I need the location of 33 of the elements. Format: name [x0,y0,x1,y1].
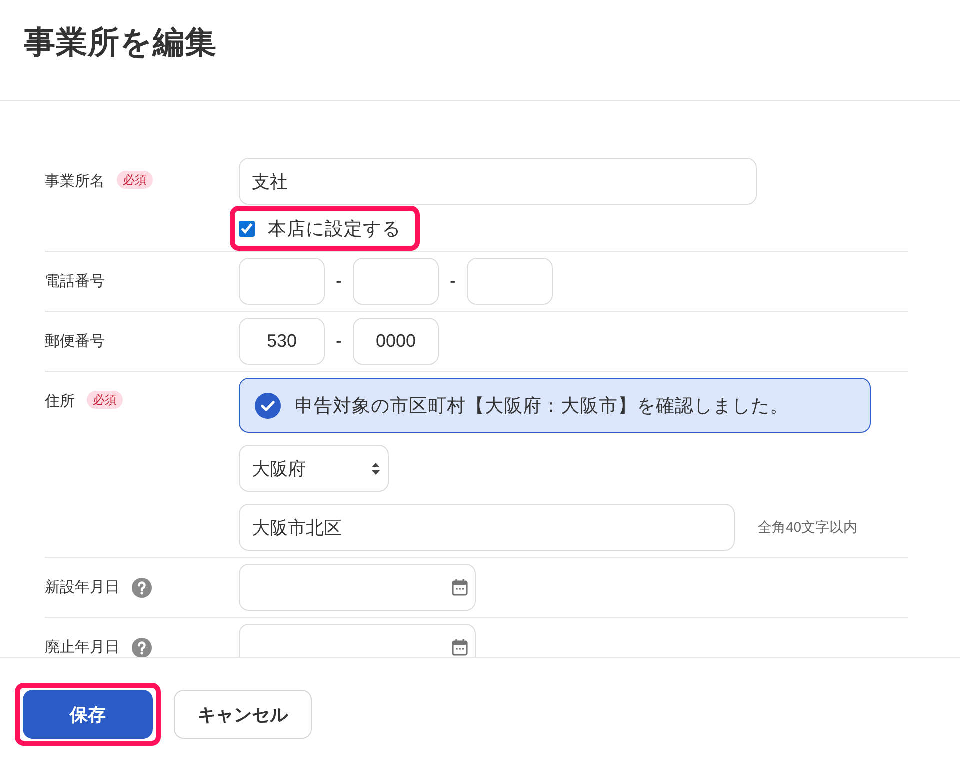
name-field[interactable]: 支社 [239,158,757,205]
required-badge: 必須 [87,390,123,408]
calendar-icon[interactable] [452,639,468,656]
field-label: 郵便番号 [45,332,105,352]
field-label: 新設年月日 [45,578,120,598]
number-field[interactable]: 0000 [353,318,439,365]
up-down-arrows-icon [372,462,380,474]
dialog-title: 事業所を編集 [23,23,217,62]
field-label: 電話番号 [45,272,105,292]
field-label: 事業所名 [45,172,105,192]
date-field[interactable] [239,624,476,657]
save-button[interactable]: 保存 [23,690,153,739]
prefecture-select[interactable]: 大阪府 [239,445,389,492]
date-field[interactable] [239,564,476,611]
field-label: 廃止年月日 [45,638,120,657]
field-label: 住所 [45,392,75,412]
address-field[interactable]: 大阪市北区 [239,504,735,551]
number-field[interactable] [467,258,553,305]
dash-separator: - [335,331,343,352]
checkbox-label[interactable]: 本店に設定する [268,216,401,240]
help-icon[interactable] [132,638,152,657]
checkbox[interactable] [239,220,255,236]
number-field[interactable] [353,258,439,305]
number-field[interactable]: 530 [239,318,325,365]
number-field[interactable] [239,258,325,305]
dash-separator: - [335,271,343,292]
dash-separator: - [449,271,457,292]
help-icon[interactable] [132,578,152,598]
notice-text: 申告対象の市区町村【大阪府：大阪市】を確認しました。 [295,394,789,418]
cancel-button[interactable]: キャンセル [174,690,312,739]
required-badge: 必須 [117,170,153,188]
calendar-icon[interactable] [452,579,468,596]
hint-text: 全角40文字以内 [758,518,858,536]
